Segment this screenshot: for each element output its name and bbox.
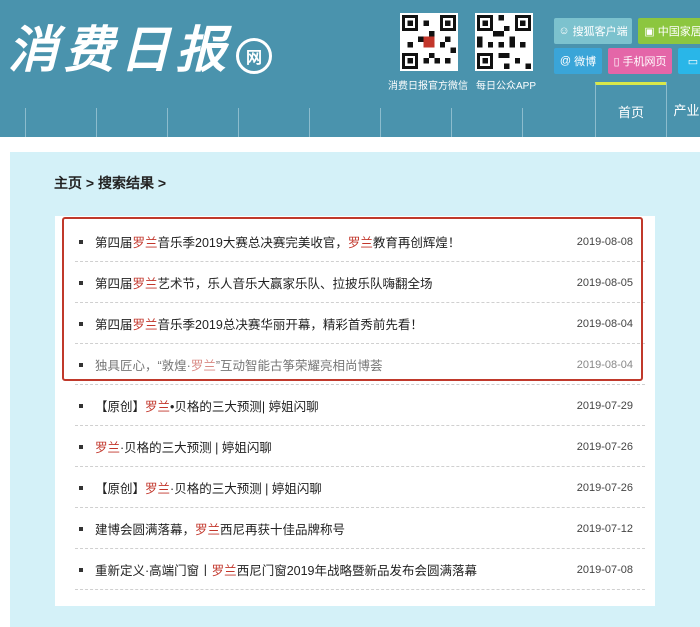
result-date: 2019-07-26 bbox=[576, 481, 633, 494]
result-title-link[interactable]: 【原创】罗兰·贝格的三大预测 | 婷姐闪聊 bbox=[95, 478, 322, 497]
app-qr-caption: 每日公众APP bbox=[476, 81, 537, 92]
tab-home[interactable]: 首页 bbox=[595, 82, 666, 137]
title-text: 【原创】 bbox=[95, 482, 146, 496]
china-home-label: 中国家居 bbox=[657, 26, 700, 38]
sohu-client-button[interactable]: ☺ 搜狐客户端 bbox=[554, 18, 632, 44]
title-text: ·贝格的三大预测 | 婷姐闪聊 bbox=[170, 482, 322, 496]
breadcrumb: 主页 > 搜索结果 > bbox=[54, 175, 167, 191]
site-logo[interactable]: 消费日报 网 bbox=[8, 8, 272, 80]
tab-home-label: 首页 bbox=[617, 104, 644, 120]
nav-segment[interactable] bbox=[381, 108, 452, 137]
app-qr-code bbox=[475, 13, 533, 71]
nav-segment[interactable] bbox=[452, 108, 523, 137]
result-row[interactable]: 罗兰·贝格的三大预测 | 婷姐闪聊 2019-07-26 bbox=[75, 427, 645, 467]
title-text: ·贝格的三大预测 | 婷姐闪聊 bbox=[120, 441, 272, 455]
result-row[interactable]: 重新定义·高端门窗丨罗兰西尼门窗2019年战略暨新品发布会圆满落幕 2019-07… bbox=[75, 550, 645, 590]
result-date: 2019-07-12 bbox=[576, 522, 633, 535]
nav-segment[interactable] bbox=[168, 108, 239, 137]
user-icon: ☺ bbox=[558, 25, 570, 37]
bullet-icon bbox=[79, 526, 83, 531]
title-text: 重新定义·高端门窗丨 bbox=[95, 564, 212, 578]
keyword-highlight: 罗兰 bbox=[145, 482, 171, 496]
nav-segment[interactable] bbox=[239, 108, 310, 137]
extra-header-button[interactable]: ▭ bbox=[678, 48, 700, 74]
annotation-highlight-box bbox=[62, 217, 643, 381]
phone-icon: ▯ bbox=[613, 55, 620, 68]
nav-segment[interactable] bbox=[310, 108, 381, 137]
nav-segment[interactable] bbox=[26, 108, 97, 137]
result-date: 2019-07-08 bbox=[576, 563, 633, 576]
logo-text: 消费日报 bbox=[8, 20, 232, 79]
sohu-client-label: 搜狐客户端 bbox=[572, 26, 628, 38]
wechat-qr-caption: 消费日报官方微信 bbox=[388, 81, 468, 92]
keyword-highlight: 罗兰 bbox=[195, 523, 221, 537]
keyword-highlight: 罗兰 bbox=[211, 564, 237, 578]
nav-segment[interactable] bbox=[97, 108, 168, 137]
title-text: 西尼门窗2019年战略暨新品发布会圆满落幕 bbox=[236, 564, 477, 578]
tab-industry-label: 产业 bbox=[673, 103, 700, 118]
tablet-icon: ▭ bbox=[687, 55, 699, 68]
title-text: 西尼再获十佳品牌称号 bbox=[220, 523, 346, 537]
result-row[interactable]: 【原创】罗兰•贝格的三大预测| 婷姐闪聊 2019-07-29 bbox=[75, 386, 645, 426]
result-date: 2019-07-26 bbox=[576, 440, 633, 453]
nav-segment[interactable] bbox=[0, 108, 26, 137]
tab-industry[interactable]: 产业 bbox=[666, 82, 700, 137]
result-row[interactable]: 建博会圆满落幕，罗兰西尼再获十佳品牌称号 2019-07-12 bbox=[75, 509, 645, 549]
result-date: 2019-07-29 bbox=[576, 399, 633, 412]
result-title-link[interactable]: 重新定义·高端门窗丨罗兰西尼门窗2019年战略暨新品发布会圆满落幕 bbox=[95, 560, 477, 579]
cart-icon: ▣ bbox=[644, 25, 655, 38]
mobile-web-button[interactable]: ▯ 手机网页 bbox=[608, 48, 672, 74]
result-title-link[interactable]: 罗兰·贝格的三大预测 | 婷姐闪聊 bbox=[95, 437, 272, 456]
mobile-web-label: 手机网页 bbox=[622, 56, 667, 68]
logo-badge: 网 bbox=[236, 38, 272, 74]
keyword-highlight: 罗兰 bbox=[145, 400, 171, 414]
keyword-highlight: 罗兰 bbox=[95, 441, 121, 455]
result-title-link[interactable]: 【原创】罗兰•贝格的三大预测| 婷姐闪聊 bbox=[95, 396, 319, 415]
result-title-link[interactable]: 建博会圆满落幕，罗兰西尼再获十佳品牌称号 bbox=[95, 519, 345, 538]
weibo-button[interactable]: @ 微博 bbox=[554, 48, 602, 74]
bullet-icon bbox=[79, 403, 83, 408]
weibo-label: 微博 bbox=[574, 56, 597, 68]
wechat-qr-code bbox=[400, 13, 458, 71]
result-row[interactable]: 【原创】罗兰·贝格的三大预测 | 婷姐闪聊 2019-07-26 bbox=[75, 468, 645, 508]
bullet-icon bbox=[79, 567, 83, 572]
bullet-icon bbox=[79, 485, 83, 490]
site-header: 消费日报 网 消费日报官方微信 每日公众APP ☺ 搜狐客户端 ▣ 中国家居 @… bbox=[0, 0, 700, 137]
title-text: •贝格的三大预测| 婷姐闪聊 bbox=[170, 400, 319, 414]
title-text: 【原创】 bbox=[95, 400, 146, 414]
bullet-icon bbox=[79, 444, 83, 449]
weibo-icon: @ bbox=[559, 55, 572, 67]
china-home-button[interactable]: ▣ 中国家居 bbox=[638, 18, 700, 44]
title-text: 建博会圆满落幕， bbox=[95, 523, 196, 537]
